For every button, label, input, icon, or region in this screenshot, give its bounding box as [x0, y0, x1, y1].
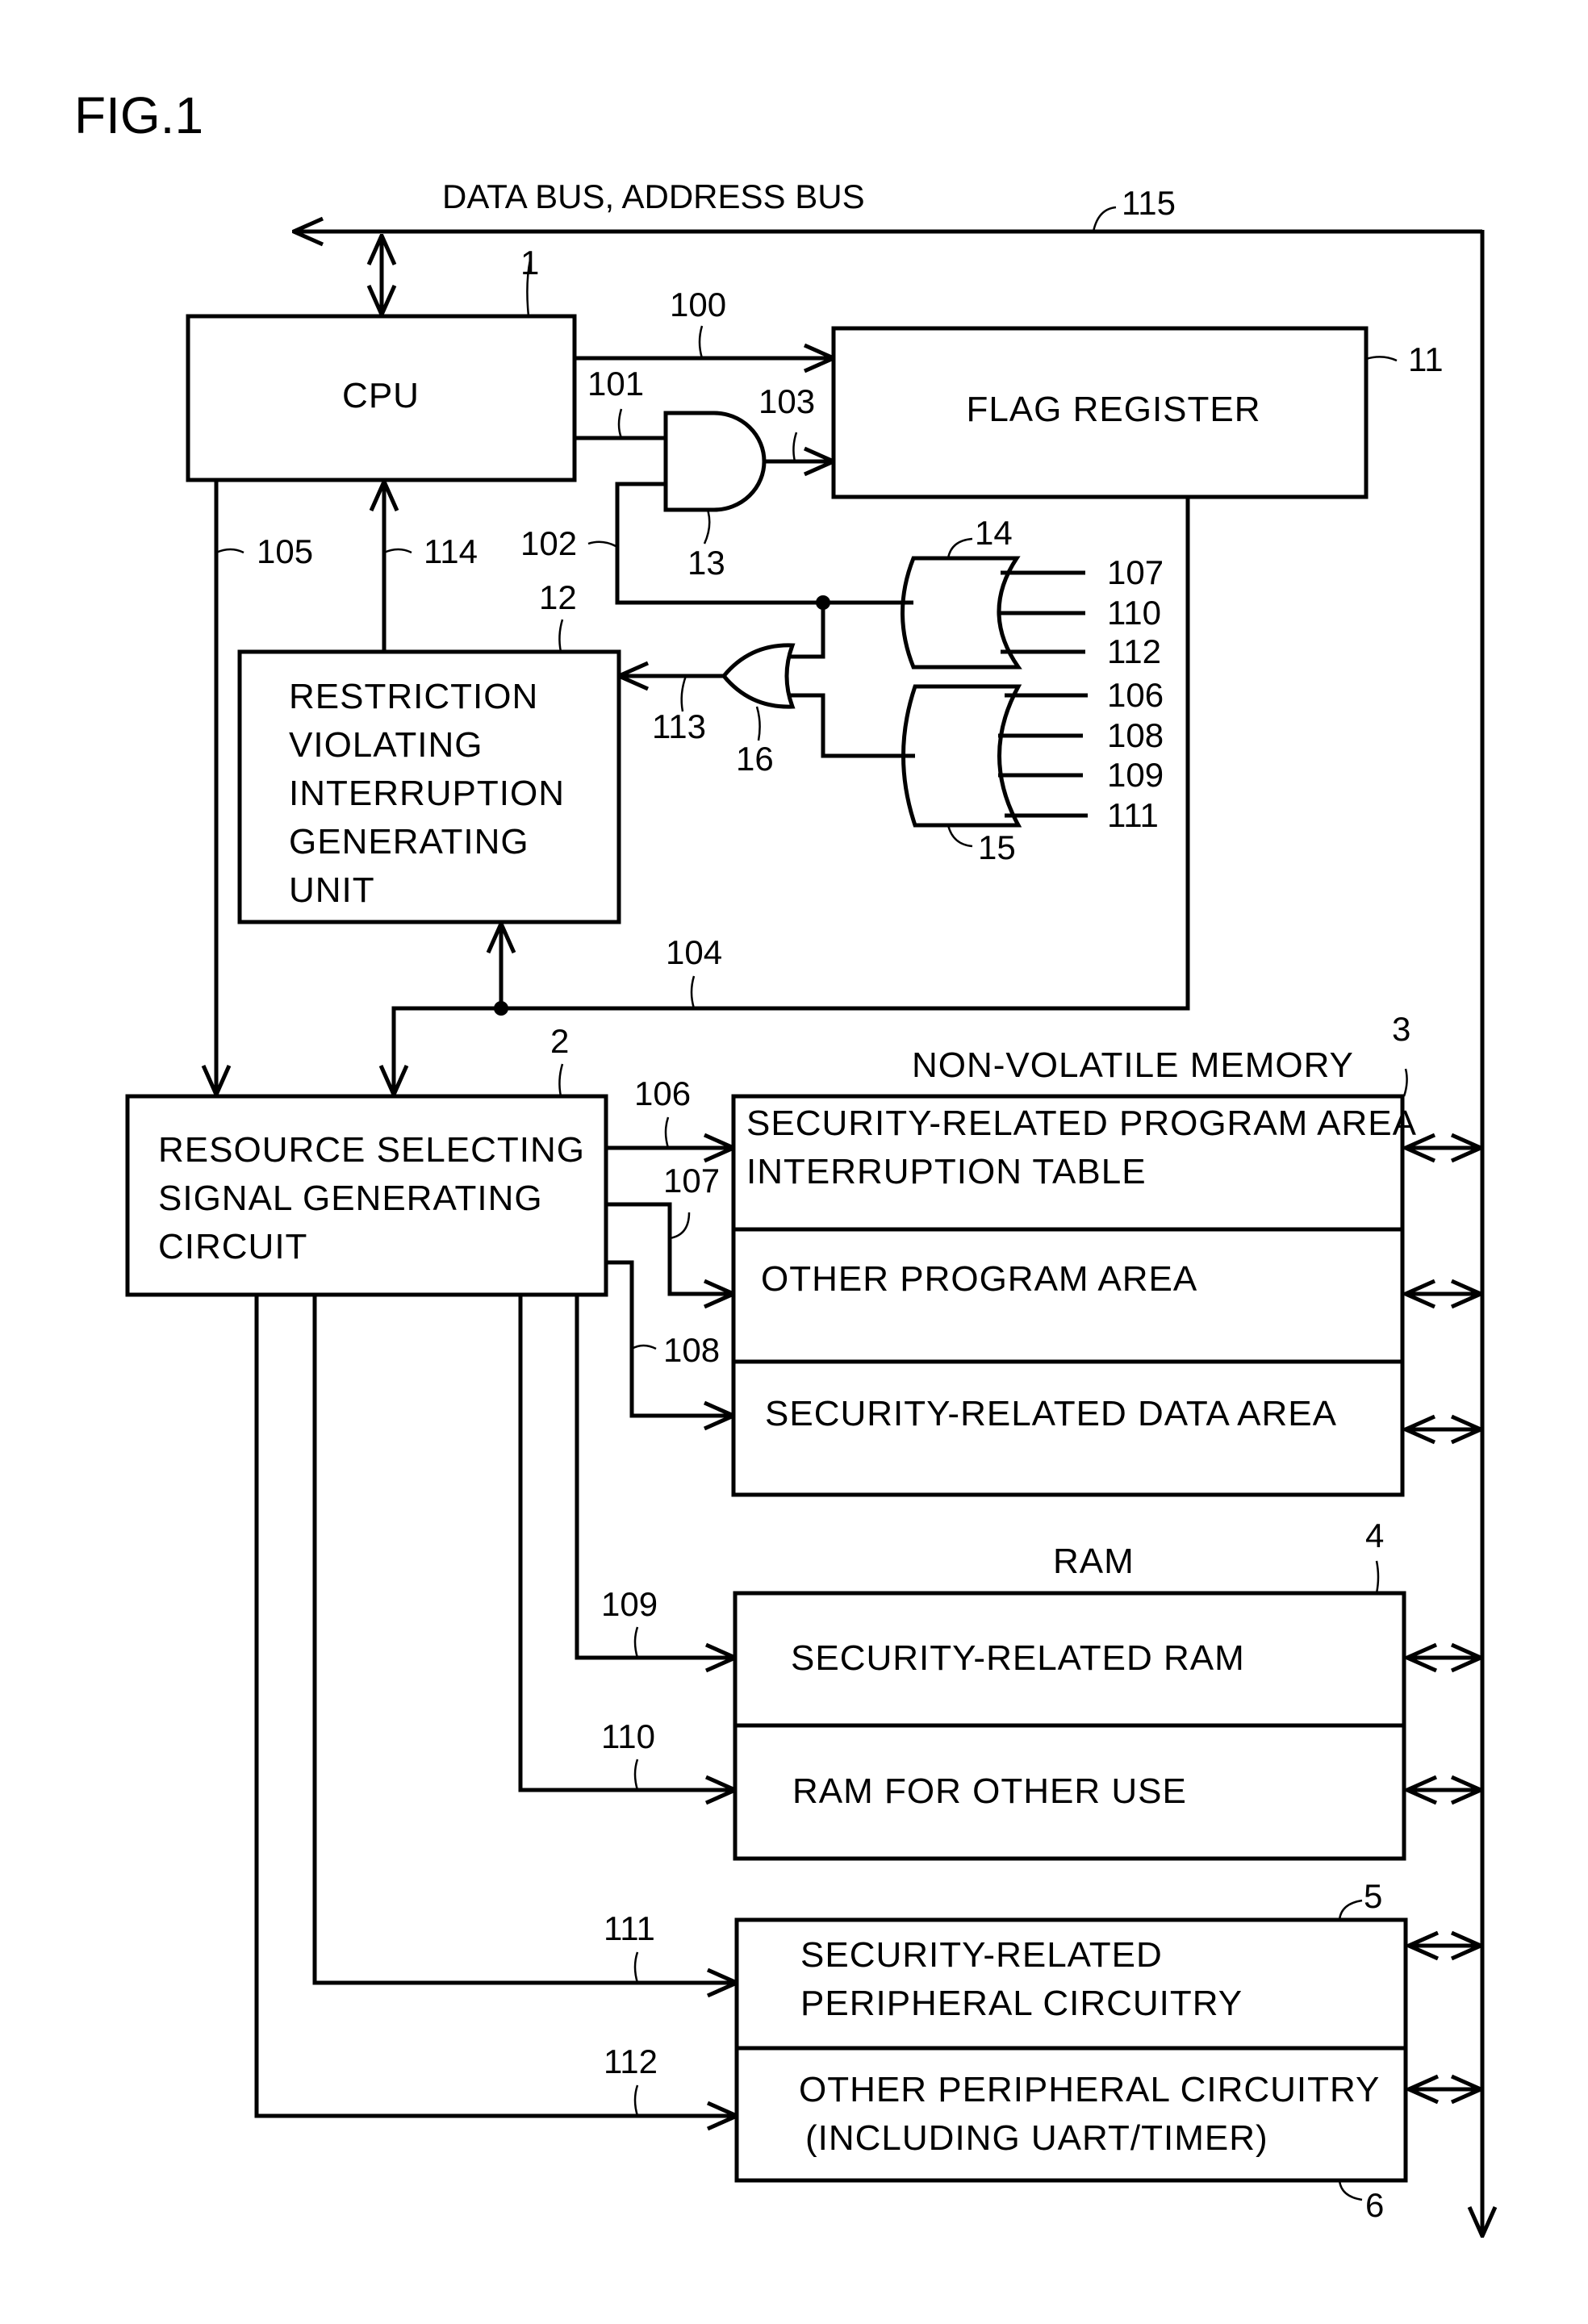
- signal-114: 114: [384, 482, 478, 652]
- ref-109: 109: [601, 1585, 658, 1623]
- cpu-label: CPU: [342, 376, 420, 415]
- ref-113: 113: [652, 707, 706, 745]
- junction-dot: [494, 1001, 508, 1016]
- or14-input-107: 107: [1107, 553, 1164, 591]
- or-gate-14: 107 110 112 14: [901, 514, 1164, 670]
- ref-101: 101: [587, 365, 644, 403]
- restriction-line-4: GENERATING: [289, 822, 529, 862]
- or-gate-15: 106 108 109 111 15: [901, 676, 1164, 866]
- block-diagram: FIG.1 DATA BUS, ADDRESS BUS 115 CPU 1 FL…: [74, 86, 1588, 2324]
- resource-line-3: CIRCUIT: [158, 1227, 307, 1266]
- signal-100: 100: [575, 286, 834, 358]
- nvm-title: NON-VOLATILE MEMORY: [912, 1045, 1354, 1085]
- or14-input-110: 110: [1107, 594, 1161, 632]
- peripheral-area-2-line-1: OTHER PERIPHERAL CIRCUITRY: [799, 2070, 1380, 2109]
- nvm-area-1-line-1: SECURITY-RELATED PROGRAM AREA: [746, 1104, 1417, 1143]
- ref-112: 112: [604, 2042, 658, 2080]
- ref-102: 102: [520, 524, 577, 562]
- ref-107: 107: [663, 1162, 720, 1200]
- ram-area-other[interactable]: RAM FOR OTHER USE: [792, 1771, 1187, 1811]
- ref-13: 13: [687, 544, 725, 582]
- ref-110: 110: [601, 1717, 655, 1755]
- ram-area-2-label: RAM FOR OTHER USE: [792, 1771, 1187, 1811]
- ref-14: 14: [975, 514, 1013, 552]
- peripheral-block[interactable]: SECURITY-RELATED PERIPHERAL CIRCUITRY OT…: [734, 1877, 1481, 2224]
- peripheral-area-1-line-2: PERIPHERAL CIRCUITRY: [800, 1984, 1243, 2023]
- ref-16: 16: [736, 740, 774, 778]
- ref-2: 2: [550, 1022, 569, 1060]
- junction-dot: [816, 595, 830, 610]
- ref-11: 11: [1408, 340, 1444, 378]
- restriction-line-3: INTERRUPTION: [289, 774, 565, 813]
- ram-title: RAM: [1053, 1542, 1135, 1581]
- restriction-line-1: RESTRICTION: [289, 677, 538, 716]
- ref-100: 100: [670, 286, 726, 323]
- ref-12: 12: [539, 578, 577, 616]
- ram-area-1-label: SECURITY-RELATED RAM: [791, 1638, 1245, 1678]
- ref-111: 111: [604, 1909, 655, 1947]
- ref-106: 106: [634, 1074, 691, 1112]
- restriction-line-2: VIOLATING: [289, 725, 483, 765]
- nvm-area-1-line-2: INTERRUPTION TABLE: [746, 1152, 1147, 1191]
- non-volatile-memory-block[interactable]: NON-VOLATILE MEMORY 3 SECURITY-RELATED P…: [731, 1010, 1481, 1497]
- ref-15: 15: [978, 828, 1016, 866]
- ram-area-security[interactable]: SECURITY-RELATED RAM: [791, 1638, 1245, 1678]
- ref-5: 5: [1364, 1877, 1382, 1915]
- ref-105: 105: [257, 532, 313, 570]
- nvm-area-3-label: SECURITY-RELATED DATA AREA: [765, 1394, 1337, 1433]
- resource-line-1: RESOURCE SELECTING: [158, 1130, 585, 1170]
- or-gate-16: 113 16: [619, 595, 915, 778]
- nvm-area-other-program[interactable]: OTHER PROGRAM AREA: [761, 1259, 1197, 1299]
- ref-3: 3: [1392, 1010, 1410, 1048]
- or15-input-108: 108: [1107, 716, 1164, 754]
- ref-115: 115: [1122, 184, 1176, 222]
- nvm-area-2-label: OTHER PROGRAM AREA: [761, 1259, 1197, 1299]
- peripheral-area-2-line-2: (INCLUDING UART/TIMER): [805, 2118, 1268, 2158]
- nvm-area-security-data[interactable]: SECURITY-RELATED DATA AREA: [765, 1394, 1337, 1433]
- restriction-line-5: UNIT: [289, 870, 375, 910]
- or14-input-112: 112: [1107, 632, 1161, 670]
- or15-input-109: 109: [1107, 756, 1164, 794]
- ref-104: 104: [666, 933, 722, 971]
- resource-selector-block[interactable]: RESOURCE SELECTING SIGNAL GENERATING CIR…: [125, 1022, 608, 1297]
- ref-103: 103: [758, 382, 815, 420]
- ref-1: 1: [520, 244, 539, 282]
- or15-input-111: 111: [1107, 796, 1159, 834]
- ref-6: 6: [1365, 2186, 1384, 2224]
- bus-label: DATA BUS, ADDRESS BUS: [442, 177, 865, 215]
- peripheral-area-1-line-1: SECURITY-RELATED: [800, 1935, 1163, 1975]
- restriction-unit-block[interactable]: RESTRICTION VIOLATING INTERRUPTION GENER…: [237, 578, 621, 924]
- flag-register-block[interactable]: FLAG REGISTER 11: [831, 326, 1444, 499]
- flag-register-label: FLAG REGISTER: [966, 390, 1260, 429]
- ref-114: 114: [424, 532, 478, 570]
- ref-108: 108: [663, 1331, 720, 1369]
- figure-title: FIG.1: [74, 86, 203, 144]
- ram-block[interactable]: RAM 4 SECURITY-RELATED RAM RAM FOR OTHER…: [733, 1517, 1481, 1861]
- resource-line-2: SIGNAL GENERATING: [158, 1179, 543, 1218]
- or15-input-106: 106: [1107, 676, 1164, 714]
- ref-4: 4: [1365, 1517, 1384, 1554]
